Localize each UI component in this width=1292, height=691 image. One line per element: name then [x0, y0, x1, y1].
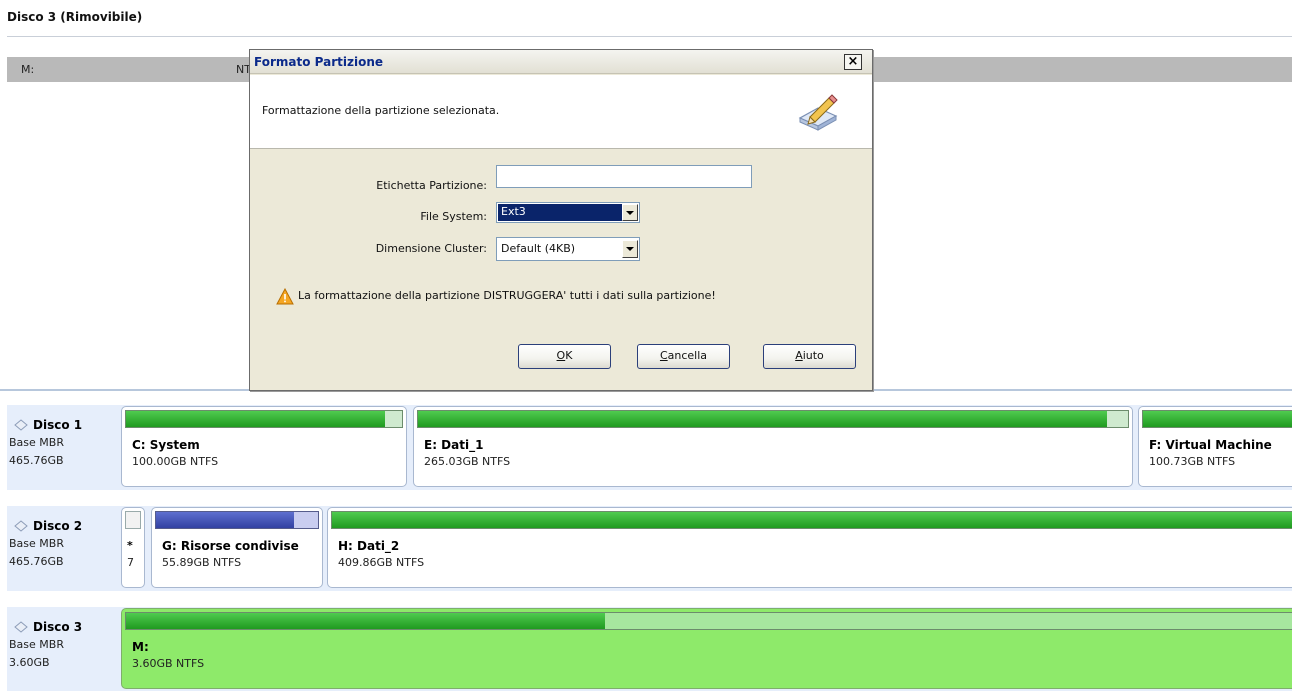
usage-bar [125, 511, 141, 529]
chevron-down-icon[interactable] [622, 204, 638, 221]
partition-m-selected[interactable]: M: 3.60GB NTFS [121, 608, 1292, 689]
partition-name: C: System [132, 438, 200, 452]
partition-label-input[interactable] [496, 165, 752, 188]
partition-e-dati1[interactable]: E: Dati_1 265.03GB NTFS [413, 406, 1133, 487]
partition-name: G: Risorse condivise [162, 539, 299, 553]
partition-name: F: Virtual Machine [1149, 438, 1272, 452]
cluster-size-select[interactable]: Default (4KB) [496, 237, 640, 261]
cancel-button[interactable]: Cancella [637, 344, 730, 369]
usage-bar [1142, 410, 1292, 428]
disk-icon [14, 419, 28, 431]
free-space [1106, 411, 1128, 427]
pencil-icon [798, 94, 838, 131]
help-mnemonic: A [795, 349, 803, 362]
partition-detail: 3.60GB NTFS [132, 657, 205, 670]
disk-type: Base MBR [9, 537, 64, 550]
usage-bar [125, 612, 1292, 630]
disk-row-1[interactable]: Disco 1 Base MBR 465.76GB C: System 100.… [7, 405, 1292, 490]
partition-c-system[interactable]: C: System 100.00GB NTFS [121, 406, 407, 487]
partition-h-dati2[interactable]: H: Dati_2 409.86GB NTFS [327, 507, 1292, 588]
chevron-down-icon[interactable] [622, 240, 638, 258]
partition-f-virtual-machine[interactable]: F: Virtual Machine 100.73GB NTFS [1138, 406, 1292, 487]
partition-detail: 100.00GB NTFS [132, 455, 219, 468]
disk-size: 3.60GB [9, 656, 50, 669]
disk-name: Disco 2 [33, 519, 83, 533]
free-space [385, 411, 402, 427]
help-label: iuto [802, 349, 824, 362]
usage-bar [125, 410, 403, 428]
partition-name: M: [132, 640, 149, 654]
partition-drive-letter: M: [21, 63, 35, 76]
close-icon: × [847, 54, 859, 69]
partition-detail: 100.73GB NTFS [1149, 455, 1236, 468]
filesystem-selected-value: Ext3 [498, 204, 622, 221]
ok-mnemonic: O [556, 349, 566, 362]
partition-label-label: Etichetta Partizione: [376, 179, 487, 192]
filesystem-label: File System: [420, 210, 487, 223]
dialog-titlebar[interactable]: Formato Partizione × [250, 50, 872, 74]
disk-info[interactable]: Disco 3 Base MBR 3.60GB [7, 607, 117, 691]
cluster-size-selected-value: Default (4KB) [501, 242, 576, 255]
partition-unallocated[interactable]: * 7 [121, 507, 145, 588]
partition-detail: 7 [127, 556, 134, 569]
disk-icon [14, 520, 28, 532]
usage-bar [331, 511, 1292, 529]
disk-type: Base MBR [9, 638, 64, 651]
disk-name: Disco 3 [33, 620, 83, 634]
partition-name: E: Dati_1 [424, 438, 484, 452]
free-space [605, 613, 1292, 629]
usage-bar [417, 410, 1129, 428]
ok-label: K [565, 349, 573, 362]
warning-message: La formattazione della partizione DISTRU… [298, 289, 716, 302]
partition-name: * [127, 539, 133, 552]
disk-size: 465.76GB [9, 555, 64, 568]
partition-detail: 409.86GB NTFS [338, 556, 425, 569]
disk-info[interactable]: Disco 2 Base MBR 465.76GB [7, 506, 117, 591]
disk-type: Base MBR [9, 436, 64, 449]
disk-row-3[interactable]: Disco 3 Base MBR 3.60GB M: 3.60GB NTFS [7, 607, 1292, 691]
partition-name: H: Dati_2 [338, 539, 400, 553]
cancel-label: ancella [667, 349, 708, 362]
disk3-header: Disco 3 (Rimovibile) [7, 10, 143, 24]
ok-button[interactable]: OK [518, 344, 611, 369]
partition-detail: 265.03GB NTFS [424, 455, 511, 468]
usage-bar [155, 511, 319, 529]
partition-g-shared[interactable]: G: Risorse condivise 55.89GB NTFS [151, 507, 323, 588]
disk-info[interactable]: Disco 1 Base MBR 465.76GB [7, 405, 117, 490]
close-button[interactable]: × [844, 54, 862, 70]
partition-detail: 55.89GB NTFS [162, 556, 242, 569]
format-partition-dialog: Formato Partizione × Formattazione della… [249, 49, 873, 391]
disk-icon [14, 621, 28, 633]
free-space [293, 512, 318, 528]
disk-size: 465.76GB [9, 454, 64, 467]
dialog-title: Formato Partizione [254, 55, 383, 69]
cluster-size-label: Dimensione Cluster: [375, 242, 487, 255]
cancel-mnemonic: C [659, 349, 668, 362]
dialog-description: Formattazione della partizione seleziona… [262, 104, 500, 117]
help-button[interactable]: Aiuto [763, 344, 856, 369]
filesystem-select[interactable]: Ext3 [496, 202, 640, 223]
dialog-banner: Formattazione della partizione seleziona… [250, 75, 872, 149]
header-divider [7, 36, 1292, 37]
disk-row-2[interactable]: Disco 2 Base MBR 465.76GB * 7 G: Risorse… [7, 506, 1292, 591]
warning-icon [276, 288, 294, 305]
disk-name: Disco 1 [33, 418, 83, 432]
